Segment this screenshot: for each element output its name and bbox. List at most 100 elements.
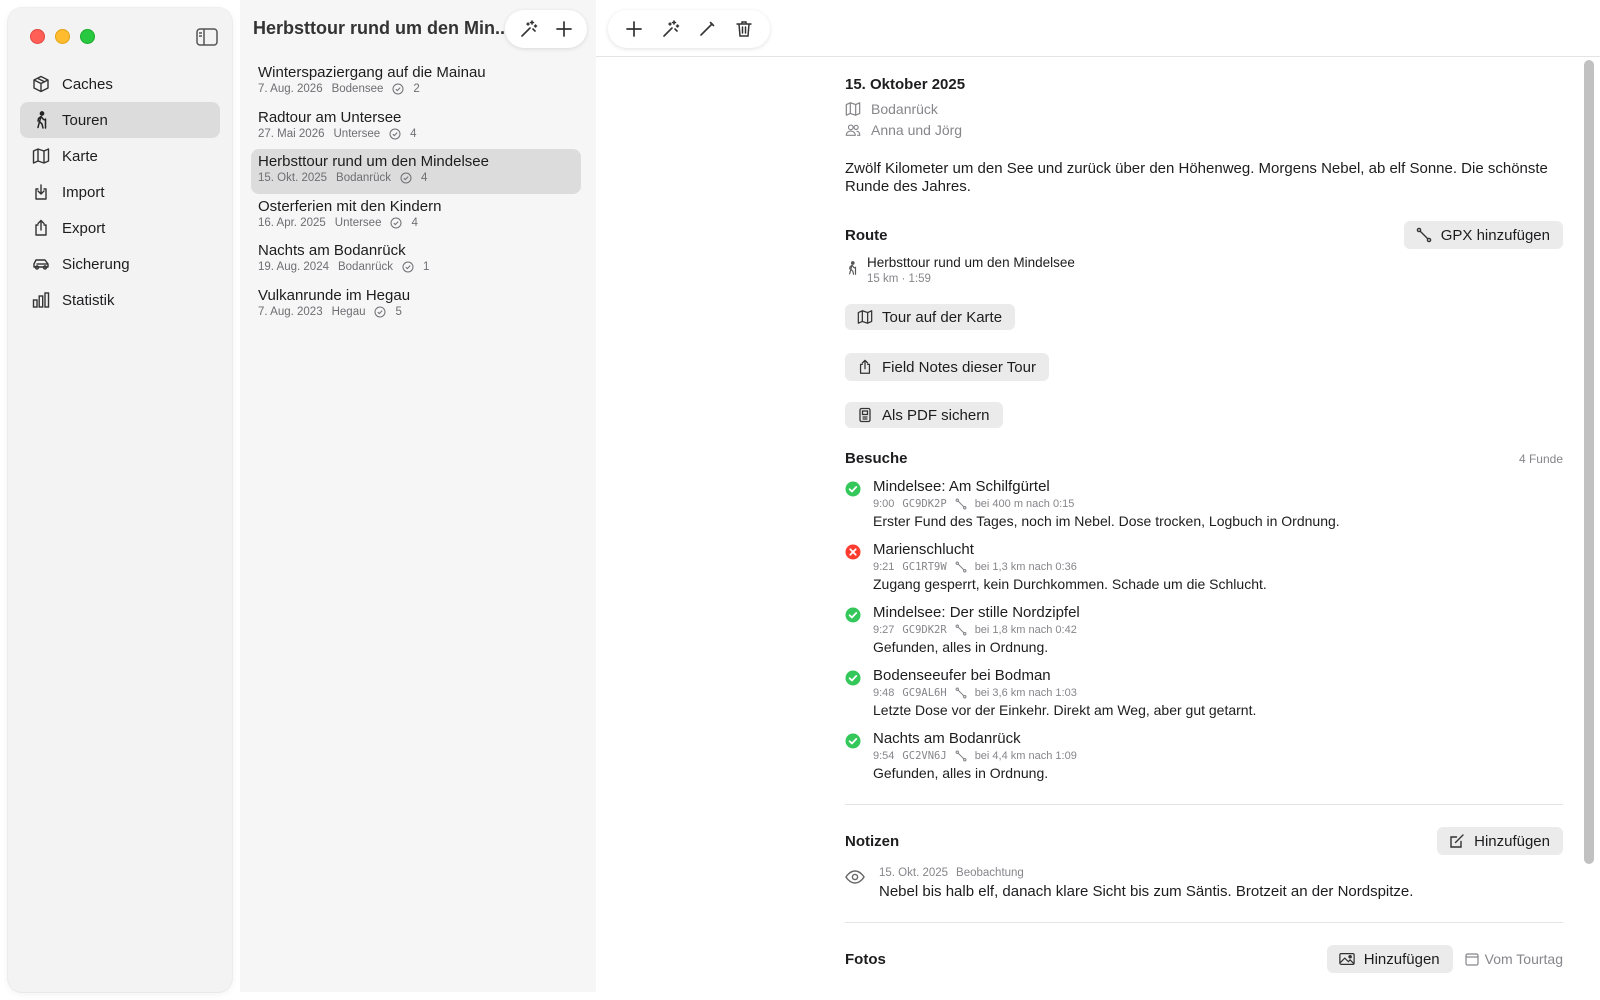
field-notes-label: Field Notes dieser Tour [882, 358, 1036, 376]
visit-log: Letzte Dose vor der Einkehr. Direkt am W… [873, 702, 1257, 718]
zoom-window-button[interactable] [80, 29, 95, 44]
route-entry[interactable]: Herbsttour rund um den Mindelsee 15 km ·… [845, 255, 1563, 285]
delete-tour-button[interactable] [730, 15, 758, 43]
tour-list-item[interactable]: Winterspaziergang auf die Mainau 7. Aug.… [251, 60, 581, 105]
visit-item[interactable]: Bodenseeufer bei Bodman 9:48 GC9AL6H bei… [845, 667, 1563, 718]
action-buttons: Field Notes dieser Tour [845, 353, 1563, 381]
sidebar-nav: Caches Touren Karte Import Export Sicher… [20, 66, 220, 318]
tour-name: Nachts am Bodanrück [258, 242, 406, 259]
tour-list-item-selected[interactable]: Herbsttour rund um den Mindelsee 15. Okt… [251, 149, 581, 194]
section-divider [845, 922, 1563, 923]
tour-list-item[interactable]: Vulkanrunde im Hegau 7. Aug. 2023 Hegau … [251, 283, 581, 328]
sidebar-toggle-icon [196, 28, 218, 46]
route-icon [955, 498, 967, 510]
gpx-add-button[interactable]: GPX hinzufügen [1403, 221, 1563, 249]
visit-item[interactable]: Nachts am Bodanrück 9:54 GC2VN6J bei 4,4… [845, 730, 1563, 781]
note-meta: 15. Okt. 2025 Beobachtung [879, 867, 1413, 879]
found-check-icon [845, 481, 861, 497]
visit-meta: 9:54 GC2VN6J bei 4,4 km nach 1:09 [873, 750, 1077, 762]
tour-meta: 19. Aug. 2024 Bodanrück 1 [258, 261, 574, 273]
route-icon [955, 687, 967, 699]
route-icon [955, 624, 967, 636]
photos-from-day-button[interactable]: Vom Tourtag [1465, 951, 1563, 967]
sidebar-toggle-button[interactable] [194, 26, 220, 48]
note-date: 15. Okt. 2025 [879, 867, 949, 879]
route-icon [955, 561, 967, 573]
visit-gc-code: GC9AL6H [902, 687, 947, 699]
tour-meta: 7. Aug. 2026 Bodensee 2 [258, 83, 574, 95]
visit-item[interactable]: Marienschlucht 9:21 GC1RT9W bei 1,3 km n… [845, 541, 1563, 592]
visit-log: Gefunden, alles in Ordnung. [873, 639, 1049, 655]
visit-time: 9:48 [873, 687, 895, 699]
hiker-icon [37, 111, 47, 129]
route-icon [1416, 227, 1432, 243]
visit-gc-code: GC9DK2R [902, 624, 947, 636]
sidebar-item-export[interactable]: Export [20, 210, 220, 246]
add-photo-button[interactable]: Hinzufügen [1326, 945, 1453, 973]
tour-name: Herbsttour rund um den Mindelsee [258, 153, 489, 170]
note-type: Beobachtung [956, 867, 1024, 879]
tour-meta: 7. Aug. 2023 Hegau 5 [258, 306, 574, 318]
section-divider [845, 804, 1563, 805]
photos-from-day-label: Vom Tourtag [1484, 951, 1563, 967]
detail-scrollbar[interactable] [1584, 60, 1594, 864]
save-pdf-button[interactable]: Als PDF sichern [845, 402, 1003, 428]
add-note-button[interactable]: Hinzufügen [1437, 827, 1563, 855]
visit-distance: bei 400 m nach 0:15 [974, 498, 1075, 510]
add-tour-button[interactable] [550, 15, 578, 43]
visit-item[interactable]: Mindelsee: Der stille Nordzipfel 9:27 GC… [845, 604, 1563, 655]
tour-on-map-button[interactable]: Tour auf der Karte [845, 304, 1016, 330]
visit-time: 9:54 [873, 750, 895, 762]
visit-item[interactable]: Mindelsee: Am Schilfgürtel 9:00 GC9DK2P … [845, 478, 1563, 529]
minimize-window-button[interactable] [55, 29, 70, 44]
visit-meta: 9:21 GC1RT9W bei 1,3 km nach 0:36 [873, 561, 1267, 573]
visit-cache-name: Marienschlucht [873, 541, 974, 558]
magic-wand-icon [520, 20, 537, 37]
add-photo-label: Hinzufügen [1363, 950, 1440, 968]
hiker-icon [849, 261, 857, 275]
visit-distance: bei 4,4 km nach 1:09 [974, 750, 1077, 762]
visit-log: Gefunden, alles in Ordnung. [873, 765, 1049, 781]
visit-distance: bei 1,8 km nach 0:42 [974, 624, 1077, 636]
field-notes-button[interactable]: Field Notes dieser Tour [845, 353, 1049, 381]
tour-list-item[interactable]: Radtour am Untersee 27. Mai 2026 Unterse… [251, 105, 581, 150]
sidebar: Caches Touren Karte Import Export Sicher… [8, 8, 232, 992]
sidebar-item-sicherung[interactable]: Sicherung [20, 246, 220, 282]
sidebar-item-karte[interactable]: Karte [20, 138, 220, 174]
close-window-button[interactable] [30, 29, 45, 44]
tour-find-count: 1 [422, 261, 430, 273]
note-item[interactable]: 15. Okt. 2025 Beobachtung Nebel bis halb… [845, 867, 1563, 900]
edit-tour-button[interactable] [693, 15, 721, 43]
add-visit-button[interactable] [620, 15, 648, 43]
tour-list-item[interactable]: Osterferien mit den Kindern 16. Apr. 202… [251, 194, 581, 239]
sidebar-item-caches[interactable]: Caches [20, 66, 220, 102]
visit-time: 9:21 [873, 561, 895, 573]
tour-find-count: 4 [410, 127, 417, 140]
visit-time: 9:00 [873, 498, 895, 510]
tour-name: Winterspaziergang auf die Mainau [258, 64, 486, 81]
auto-create-tour-button[interactable] [515, 15, 543, 43]
tour-list-item[interactable]: Nachts am Bodanrück 19. Aug. 2024 Bodanr… [251, 238, 581, 283]
tour-region-row: Bodanrück [845, 101, 1563, 117]
tour-meta: 15. Okt. 2025 Bodanrück 4 [258, 172, 574, 184]
visits-count: 4 Funde [1518, 451, 1563, 466]
tour-name: Vulkanrunde im Hegau [258, 286, 411, 304]
tour-region: Bodensee [331, 83, 384, 95]
tour-find-count: 4 [421, 172, 428, 184]
tour-find-count: 4 [411, 216, 418, 229]
sidebar-item-import[interactable]: Import [20, 174, 220, 210]
sidebar-item-label: Karte [62, 147, 98, 165]
pdf-document-icon [859, 407, 871, 423]
tour-detail: 15. Oktober 2025 Bodanrück Anna und Jörg… [845, 76, 1563, 973]
tour-list: Winterspaziergang auf die Mainau 7. Aug.… [251, 60, 581, 327]
photo-icon [1339, 953, 1355, 965]
tour-find-count: 5 [395, 305, 402, 318]
magic-wand-icon [662, 20, 680, 37]
sidebar-item-touren[interactable]: Touren [20, 102, 220, 138]
sidebar-item-statistik[interactable]: Statistik [20, 282, 220, 318]
tour-region: Bodanrück [336, 172, 392, 184]
auto-assign-button[interactable] [657, 15, 685, 43]
action-buttons: Als PDF sichern [845, 402, 1563, 428]
sidebar-item-label: Export [62, 219, 106, 237]
sidebar-item-label: Import [62, 183, 105, 201]
